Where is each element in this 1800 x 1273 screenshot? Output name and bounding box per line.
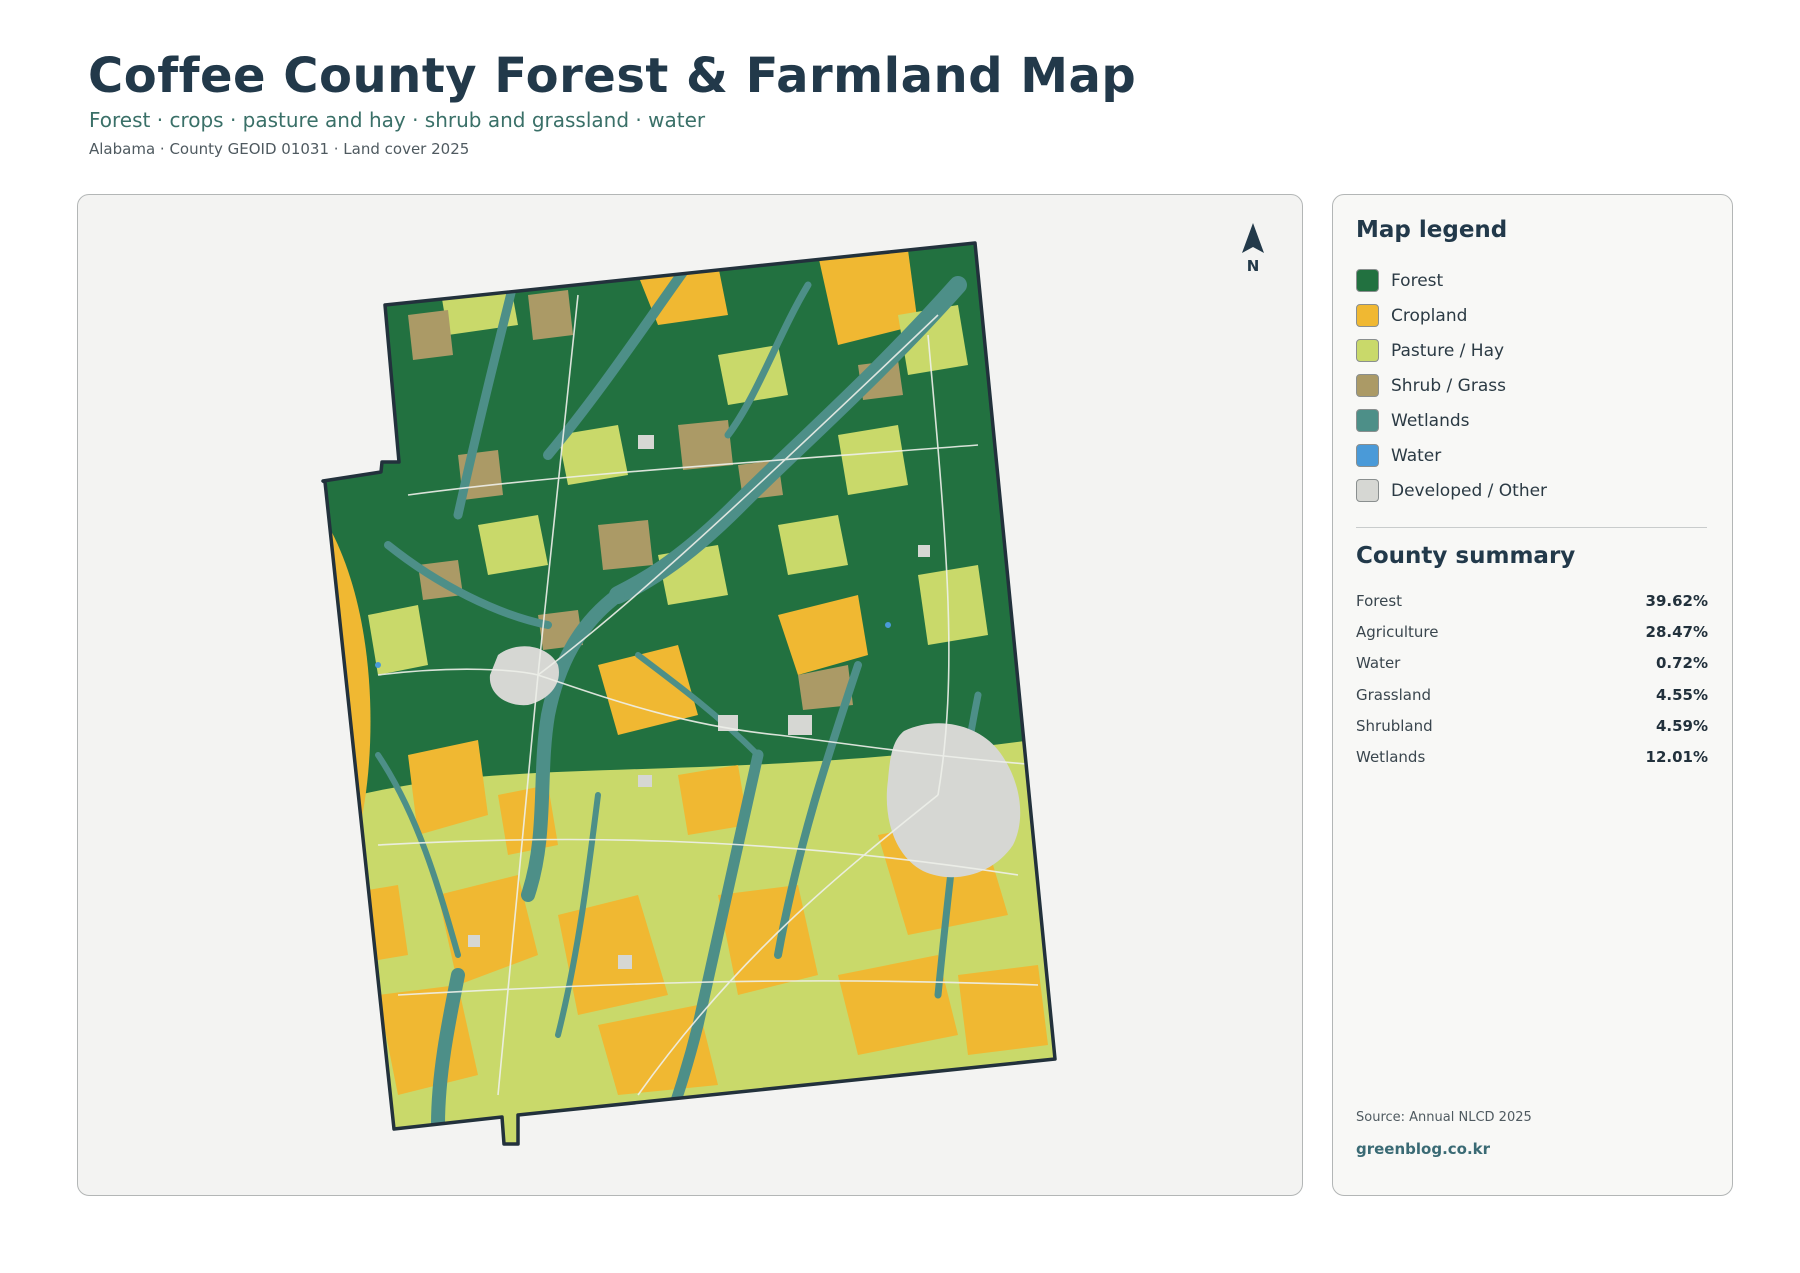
summary-row-agriculture: Agriculture 28.47% <box>1356 616 1708 647</box>
summary-row-wetlands: Wetlands 12.01% <box>1356 741 1708 772</box>
legend-swatch <box>1356 269 1379 292</box>
legend-label: Cropland <box>1391 305 1468 326</box>
north-arrow-icon <box>1242 223 1264 253</box>
summary-row-shrubland: Shrubland 4.59% <box>1356 710 1708 741</box>
legend-label: Wetlands <box>1391 410 1470 431</box>
summary-value: 0.72% <box>1655 654 1708 673</box>
legend-item-forest: Forest <box>1356 263 1547 298</box>
legend-label: Developed / Other <box>1391 480 1548 501</box>
legend-label: Shrub / Grass <box>1391 375 1506 396</box>
legend-swatch <box>1356 339 1379 362</box>
legend-item-developed-other: Developed / Other <box>1356 473 1547 508</box>
summary-heading: County summary <box>1356 543 1576 569</box>
legend-panel: Map legend Forest Cropland Pasture / Hay… <box>1332 194 1733 1196</box>
legend-item-pasture-hay: Pasture / Hay <box>1356 333 1547 368</box>
summary-label: Grassland <box>1356 685 1431 704</box>
legend-swatch <box>1356 409 1379 432</box>
legend-divider <box>1356 527 1707 528</box>
site-link[interactable]: greenblog.co.kr <box>1356 1140 1490 1158</box>
summary-row-forest: Forest 39.62% <box>1356 585 1708 616</box>
legend-item-shrub-grass: Shrub / Grass <box>1356 368 1547 403</box>
legend-item-wetlands: Wetlands <box>1356 403 1547 438</box>
north-arrow: N <box>1230 221 1280 281</box>
page-title: Coffee County Forest & Farmland Map <box>88 48 1137 104</box>
summary-label: Shrubland <box>1356 716 1433 735</box>
source-note: Source: Annual NLCD 2025 <box>1356 1110 1532 1125</box>
summary-list: Forest 39.62% Agriculture 28.47% Water 0… <box>1356 585 1708 773</box>
summary-value: 4.59% <box>1655 716 1708 735</box>
summary-label: Forest <box>1356 591 1403 610</box>
legend-label: Forest <box>1391 270 1444 291</box>
legend-item-cropland: Cropland <box>1356 298 1547 333</box>
legend-swatch <box>1356 444 1379 467</box>
legend-heading: Map legend <box>1356 217 1508 243</box>
summary-row-water: Water 0.72% <box>1356 648 1708 679</box>
legend-swatch <box>1356 479 1379 502</box>
summary-value: 28.47% <box>1645 622 1708 641</box>
summary-label: Agriculture <box>1356 622 1439 641</box>
summary-label: Wetlands <box>1356 748 1426 767</box>
north-label: N <box>1246 257 1260 275</box>
summary-value: 12.01% <box>1645 748 1708 767</box>
summary-row-grassland: Grassland 4.55% <box>1356 679 1708 710</box>
legend-item-water: Water <box>1356 438 1547 473</box>
legend-label: Pasture / Hay <box>1391 340 1505 361</box>
summary-value: 39.62% <box>1645 591 1708 610</box>
legend-label: Water <box>1391 445 1442 466</box>
page-meta: Alabama · County GEOID 01031 · Land cove… <box>89 140 470 158</box>
county-land-cover-map[interactable] <box>78 195 1302 1195</box>
page-subtitle: Forest · crops · pasture and hay · shrub… <box>89 108 706 132</box>
legend-swatch <box>1356 304 1379 327</box>
summary-value: 4.55% <box>1655 685 1708 704</box>
map-panel[interactable]: N <box>77 194 1303 1196</box>
legend-swatch <box>1356 374 1379 397</box>
summary-label: Water <box>1356 654 1401 673</box>
legend-list: Forest Cropland Pasture / Hay Shrub / Gr… <box>1356 263 1547 508</box>
